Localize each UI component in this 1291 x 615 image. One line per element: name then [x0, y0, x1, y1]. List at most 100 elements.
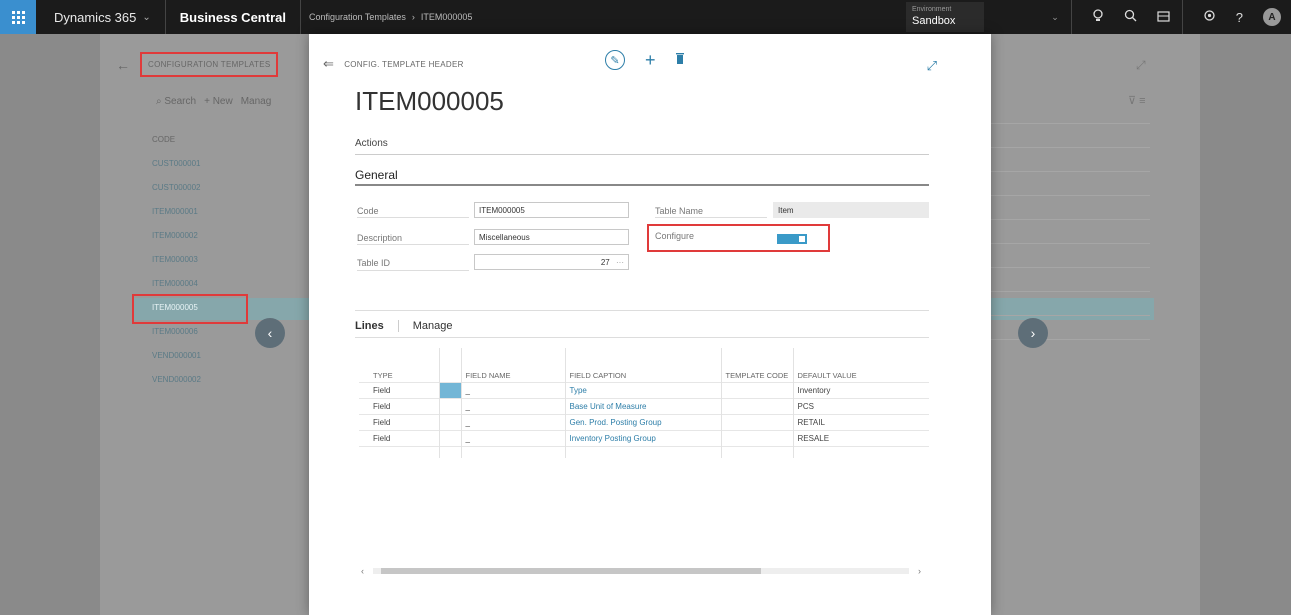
scroll-right-icon[interactable]: ›: [909, 566, 921, 576]
search-button[interactable]: ⌕ Search: [156, 96, 196, 107]
add-icon[interactable]: +: [645, 51, 656, 69]
previous-record-button[interactable]: ‹: [255, 318, 285, 348]
delete-icon[interactable]: [675, 53, 684, 67]
chevron-down-icon[interactable]: ⌄: [1051, 12, 1059, 23]
cell-type[interactable]: Field: [369, 381, 440, 398]
cell-default-value[interactable]: PCS: [793, 397, 929, 414]
new-button[interactable]: + New: [204, 96, 233, 107]
gear-icon[interactable]: [1203, 9, 1216, 25]
row-indicator-header: [359, 348, 369, 382]
scrollbar-track[interactable]: [373, 568, 909, 574]
cell-field-caption[interactable]: Gen. Prod. Posting Group: [565, 413, 722, 430]
list-item[interactable]: ITEM000002: [152, 224, 201, 248]
column-header-code[interactable]: CODE: [152, 135, 175, 144]
search-icon[interactable]: [1124, 9, 1137, 25]
avatar[interactable]: A: [1263, 8, 1281, 26]
breadcrumb-separator: ›: [411, 12, 415, 22]
list-item[interactable]: CUST000002: [152, 176, 201, 200]
cell-empty[interactable]: [793, 445, 929, 458]
cell-default-value[interactable]: RETAIL: [793, 413, 929, 430]
apps-icon[interactable]: [1157, 10, 1170, 25]
cell-field-caption[interactable]: Base Unit of Measure: [565, 397, 722, 414]
breadcrumb-item[interactable]: ITEM000005: [421, 12, 473, 22]
scroll-left-icon[interactable]: ‹: [361, 566, 373, 576]
list-item[interactable]: ITEM000003: [152, 248, 201, 272]
cell-field-caption[interactable]: Inventory Posting Group: [565, 429, 722, 446]
cell-default-value[interactable]: RESALE: [793, 429, 929, 446]
table-row-empty[interactable]: [359, 445, 929, 458]
list-item[interactable]: ITEM000001: [152, 200, 201, 224]
top-icons: ⌄ ? A: [1051, 0, 1281, 34]
table-id-field[interactable]: 27 ···: [474, 254, 629, 270]
table-row[interactable]: Field _ Gen. Prod. Posting Group RETAIL: [359, 413, 929, 430]
cell-field-name[interactable]: _: [461, 413, 566, 430]
description-label: Description: [357, 233, 403, 243]
manage-button[interactable]: Manag: [241, 96, 272, 107]
row-select-cell[interactable]: [439, 429, 462, 446]
table-row[interactable]: Field _ Base Unit of Measure PCS: [359, 397, 929, 414]
tab-manage[interactable]: Manage: [413, 320, 453, 332]
scrollbar-thumb[interactable]: [381, 568, 761, 574]
table-header-row: TYPE FIELD NAME FIELD CAPTION TEMPLATE C…: [359, 348, 929, 382]
description-field[interactable]: Miscellaneous: [474, 229, 629, 245]
cell-empty[interactable]: [461, 445, 566, 458]
list-item[interactable]: CUST000001: [152, 152, 201, 176]
environment-label: Environment: [912, 6, 952, 13]
expand-icon[interactable]: ⤢: [927, 58, 937, 74]
tab-lines[interactable]: Lines: [355, 320, 399, 332]
environment-badge[interactable]: Environment Sandbox: [906, 2, 984, 32]
cell-empty[interactable]: [565, 445, 722, 458]
cell-empty[interactable]: [369, 445, 440, 458]
cell-type[interactable]: Field: [369, 413, 440, 430]
cell-template-code[interactable]: [721, 381, 794, 398]
breadcrumb-item[interactable]: Configuration Templates: [309, 12, 406, 22]
cell-default-value[interactable]: Inventory: [793, 381, 929, 398]
edit-icon[interactable]: ✎: [605, 50, 625, 70]
row-select-cell[interactable]: [439, 397, 462, 414]
column-header-field-caption[interactable]: FIELD CAPTION: [565, 348, 722, 382]
back-arrow-icon[interactable]: ←: [116, 57, 130, 73]
cell-field-caption[interactable]: Type: [565, 381, 722, 398]
help-icon[interactable]: ?: [1236, 10, 1243, 25]
table-row[interactable]: Field _ Inventory Posting Group RESALE: [359, 429, 929, 446]
cell-empty[interactable]: [439, 445, 462, 458]
cell-type[interactable]: Field: [369, 397, 440, 414]
actions-menu[interactable]: Actions: [355, 138, 388, 149]
cell-empty[interactable]: [721, 445, 794, 458]
list-item[interactable]: VEND000001: [152, 344, 201, 368]
list-item[interactable]: VEND000002: [152, 368, 201, 392]
column-header-field-name[interactable]: FIELD NAME: [461, 348, 566, 382]
list-item[interactable]: ITEM000004: [152, 272, 201, 296]
code-list: CUST000001 CUST000002 ITEM000001 ITEM000…: [152, 152, 201, 392]
row-select-cell[interactable]: [439, 381, 462, 398]
table-row[interactable]: Field _ Type Inventory: [359, 381, 929, 398]
cell-type[interactable]: Field: [369, 429, 440, 446]
divider: [1181, 0, 1183, 34]
table-name-label: Table Name: [655, 206, 704, 216]
column-header-type[interactable]: TYPE: [369, 348, 440, 382]
general-section-header[interactable]: General: [355, 168, 398, 182]
row-indicator: [359, 445, 369, 458]
column-header-template-code[interactable]: TEMPLATE CODE: [721, 348, 794, 382]
lookup-icon[interactable]: ···: [616, 258, 624, 267]
cell-template-code[interactable]: [721, 397, 794, 414]
next-record-button[interactable]: ›: [1018, 318, 1048, 348]
horizontal-scrollbar[interactable]: ‹ ›: [361, 566, 921, 576]
app-launcher-button[interactable]: [0, 0, 36, 34]
cell-field-name[interactable]: _: [461, 381, 566, 398]
cell-field-name[interactable]: _: [461, 397, 566, 414]
chevron-left-icon: ‹: [267, 325, 273, 341]
code-field[interactable]: ITEM000005: [474, 202, 629, 218]
brand-menu[interactable]: Dynamics 365 ⌄: [36, 0, 165, 34]
product-name[interactable]: Business Central: [166, 0, 300, 34]
cell-template-code[interactable]: [721, 413, 794, 430]
cell-template-code[interactable]: [721, 429, 794, 446]
lightbulb-icon[interactable]: [1092, 8, 1104, 26]
row-select-cell[interactable]: [439, 413, 462, 430]
cell-field-name[interactable]: _: [461, 429, 566, 446]
back-arrow-icon[interactable]: ⇐: [323, 56, 334, 72]
divider: [1070, 0, 1072, 34]
column-header-default-value[interactable]: DEFAULT VALUE: [793, 348, 929, 382]
row-indicator: [359, 397, 369, 414]
expand-icon[interactable]: ⤢: [1136, 58, 1146, 73]
